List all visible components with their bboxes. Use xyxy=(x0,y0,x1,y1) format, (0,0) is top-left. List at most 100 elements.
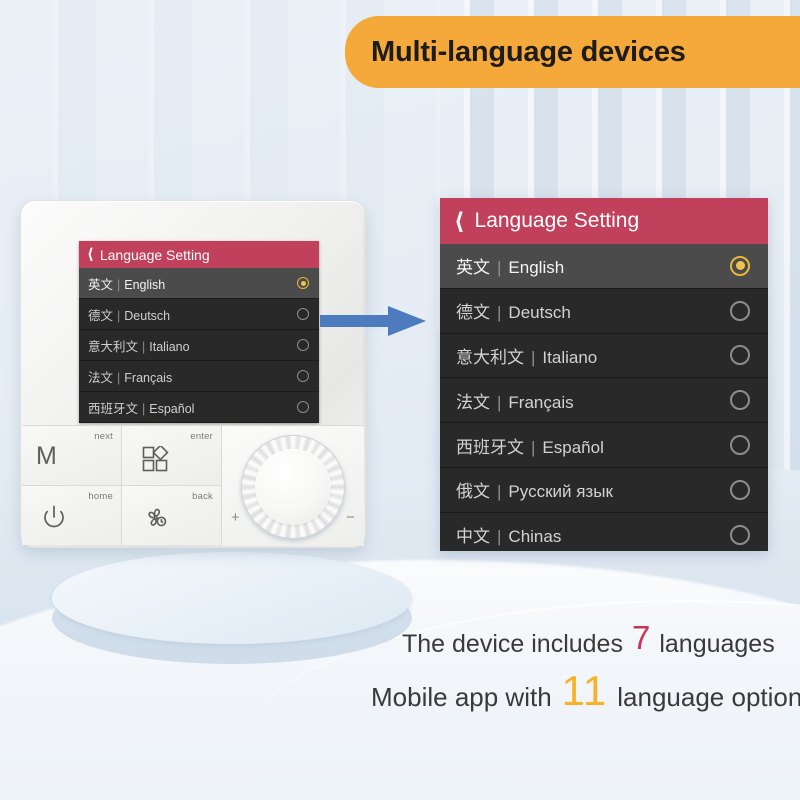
language-label-native: Français xyxy=(124,370,173,385)
language-label-cn: 西班牙文 xyxy=(88,401,139,416)
fan-timer-icon xyxy=(142,504,170,537)
language-label-cn: 俄文 xyxy=(456,482,490,502)
panel-header: ⟨ Language Setting xyxy=(440,198,768,244)
language-label: 西班牙文 | Español xyxy=(88,398,194,417)
radio-unselected-icon[interactable] xyxy=(730,345,750,366)
language-label: 英文 | English xyxy=(88,274,165,293)
device-button-next[interactable]: next M xyxy=(22,425,122,485)
language-label-native: Español xyxy=(542,437,604,457)
language-label-separator: | xyxy=(497,258,502,278)
caption1-number: 7 xyxy=(631,619,651,656)
language-label-cn: 法文 xyxy=(88,370,114,385)
language-label-separator: | xyxy=(497,303,502,323)
knob-plus-label: + xyxy=(231,509,240,526)
caption-app-languages: Mobile app with 11 language options xyxy=(371,667,800,716)
device-screen: ⟨ Language Setting 英文 | English 德文 | Deutsch 意… xyxy=(79,241,319,423)
arrow-right-icon xyxy=(320,303,430,339)
radio-unselected-icon[interactable] xyxy=(297,401,309,413)
language-label-native: Français xyxy=(508,392,574,412)
language-label-cn: 意大利文 xyxy=(456,347,524,367)
banner-title: Multi-language devices xyxy=(371,35,686,68)
language-row[interactable]: 法文 | Français xyxy=(79,361,319,392)
chevron-left-icon[interactable]: ⟨ xyxy=(87,247,94,262)
language-label-separator: | xyxy=(117,370,121,385)
thermostat-device: ⟨ Language Setting 英文 | English 德文 | Deutsch 意… xyxy=(20,200,366,548)
language-row[interactable]: 英文 | English xyxy=(79,268,319,299)
device-screen-title: Language Setting xyxy=(99,246,210,263)
banner: Multi-language devices xyxy=(345,16,800,88)
language-label-cn: 德文 xyxy=(88,308,114,323)
radio-unselected-icon[interactable] xyxy=(730,479,750,500)
language-label-cn: 法文 xyxy=(456,392,490,412)
language-label: 英文 | English xyxy=(456,253,564,278)
language-label-separator: | xyxy=(497,392,502,412)
knob-plate: + − xyxy=(222,425,364,546)
radio-unselected-icon[interactable] xyxy=(730,524,750,545)
language-row[interactable]: 俄文 | Русский язык xyxy=(440,467,768,513)
language-row[interactable]: 西班牙文 | Español xyxy=(440,423,768,468)
language-row[interactable]: 英文 | English xyxy=(440,244,768,289)
caption-device-languages: The device includes 7 languages xyxy=(402,619,775,660)
knob-face xyxy=(255,449,331,525)
radio-unselected-icon[interactable] xyxy=(730,435,750,456)
language-row[interactable]: 法文 | Français xyxy=(440,378,768,424)
caption1-post: languages xyxy=(659,630,775,658)
rotary-dial-icon[interactable] xyxy=(241,435,345,539)
language-label-cn: 英文 xyxy=(456,258,490,278)
device-button-enter[interactable]: enter xyxy=(122,425,222,485)
language-label-cn: 意大利文 xyxy=(88,339,139,354)
language-label-native: Italiano xyxy=(542,347,598,367)
language-label-native: Italiano xyxy=(149,339,190,354)
device-screen-header: ⟨ Language Setting xyxy=(79,241,319,268)
language-label: 法文 | Français xyxy=(88,367,172,386)
language-label-separator: | xyxy=(117,277,121,292)
caption2-pre: Mobile app with xyxy=(371,682,552,712)
language-label: 德文 | Deutsch xyxy=(88,305,170,324)
language-label-separator: | xyxy=(117,308,121,323)
radio-unselected-icon[interactable] xyxy=(730,300,750,321)
language-row[interactable]: 意大利文 | Italiano xyxy=(440,333,768,379)
caption1-pre: The device includes xyxy=(402,630,623,658)
language-label: 意大利文 | Italiano xyxy=(456,343,597,368)
language-label: 西班牙文 | Español xyxy=(456,433,604,458)
device-button-back[interactable]: back xyxy=(122,485,222,545)
radio-selected-icon[interactable] xyxy=(730,255,750,276)
poster-canvas: Multi-language devices ⟨ Language Settin… xyxy=(0,0,800,800)
language-label-cn: 英文 xyxy=(88,277,114,292)
radio-unselected-icon[interactable] xyxy=(297,370,309,382)
radio-selected-icon[interactable] xyxy=(297,277,309,289)
language-label: 法文 | Français xyxy=(456,388,574,413)
language-label: 中文 | Chinas xyxy=(456,522,561,547)
radio-unselected-icon[interactable] xyxy=(297,308,309,320)
language-label: 德文 | Deutsch xyxy=(456,298,571,323)
language-label-native: Chinas xyxy=(508,527,562,547)
device-language-list: 英文 | English 德文 | Deutsch 意大利文 | Italiano 法文 | Fran… xyxy=(79,268,319,423)
language-row[interactable]: 中文 | Chinas xyxy=(440,512,768,551)
language-label-cn: 德文 xyxy=(456,303,490,323)
grid-diamond-icon xyxy=(142,444,172,477)
language-row[interactable]: 德文 | Deutsch xyxy=(79,299,319,330)
device-button-home-label: home xyxy=(88,491,113,502)
language-label-separator: | xyxy=(142,339,146,354)
radio-unselected-icon[interactable] xyxy=(730,390,750,411)
radio-unselected-icon[interactable] xyxy=(297,339,309,351)
language-label-separator: | xyxy=(142,401,146,416)
chevron-left-icon[interactable]: ⟨ xyxy=(454,209,465,233)
language-label-separator: | xyxy=(497,482,502,502)
language-row[interactable]: 意大利文 | Italiano xyxy=(79,330,319,361)
panel-language-list: 英文 | English 德文 | Deutsch 意大利文 | Italiano 法文 | Fran… xyxy=(440,244,768,551)
podium-top xyxy=(52,552,412,644)
language-row[interactable]: 西班牙文 | Español xyxy=(79,392,319,423)
language-label: 俄文 | Русский язык xyxy=(456,477,613,502)
caption2-post: language options xyxy=(617,682,800,712)
app-language-panel: ⟨ Language Setting 英文 | English 德文 | Deutsch 意… xyxy=(440,198,768,551)
letter-m-icon: M xyxy=(36,442,57,470)
device-button-pad: next M enter home back xyxy=(22,425,222,545)
power-icon xyxy=(40,504,68,537)
language-label-native: Русский язык xyxy=(508,482,613,502)
language-label-separator: | xyxy=(531,437,536,457)
language-label-cn: 西班牙文 xyxy=(456,437,524,457)
device-button-home[interactable]: home xyxy=(22,485,122,545)
language-row[interactable]: 德文 | Deutsch xyxy=(440,288,768,334)
device-button-next-label: next xyxy=(94,431,113,442)
